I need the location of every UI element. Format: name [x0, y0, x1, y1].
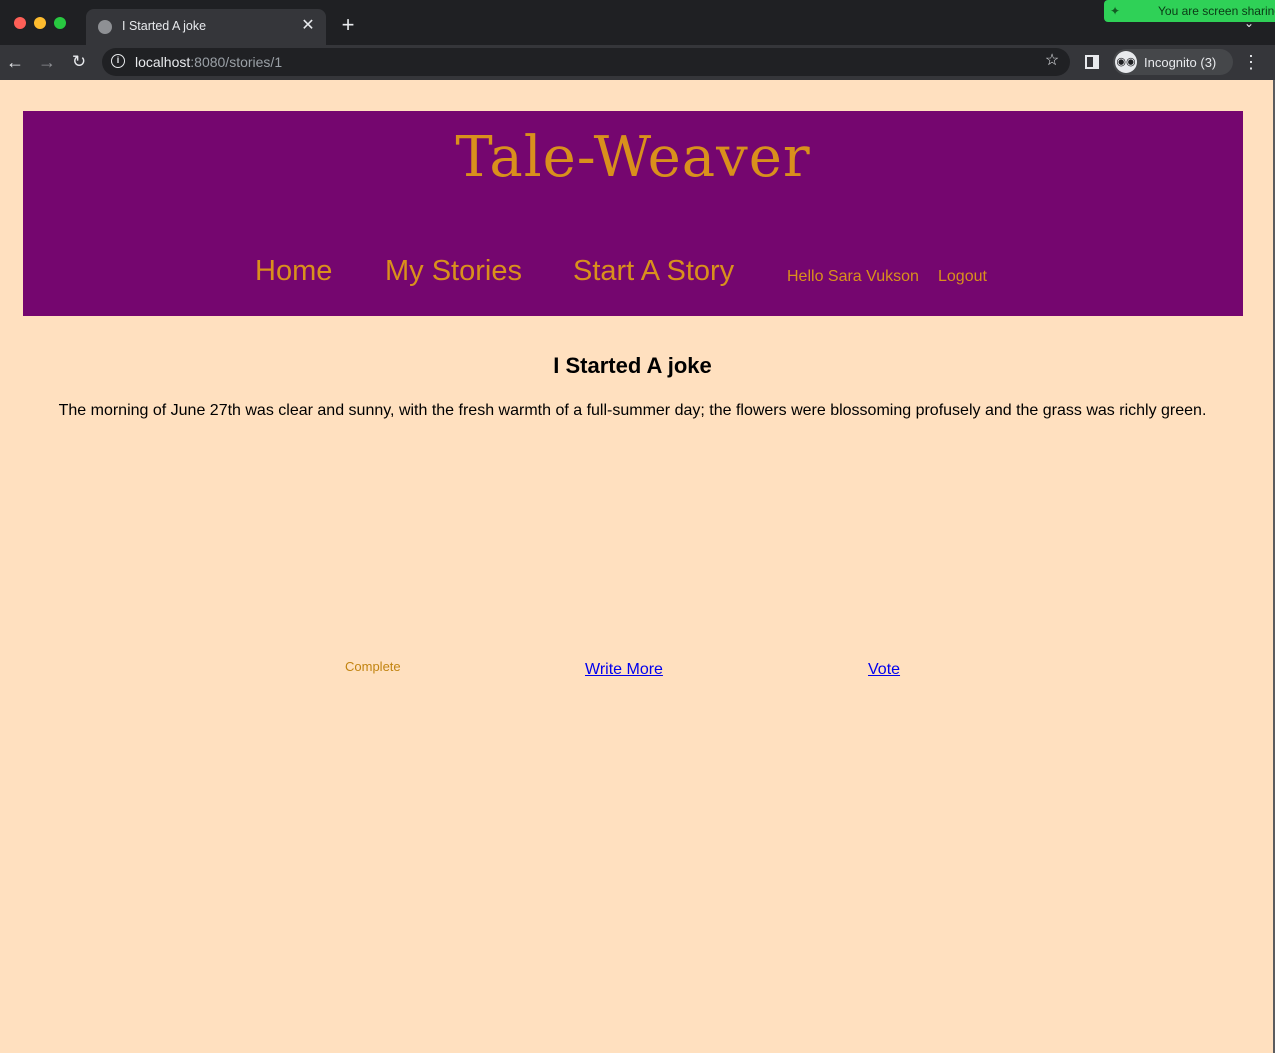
story-title: I Started A joke	[553, 352, 712, 378]
side-panel-icon[interactable]	[1085, 55, 1099, 69]
story-body: The morning of June 27th was clear and s…	[58, 402, 1207, 419]
globe-icon	[98, 20, 112, 34]
forward-icon[interactable]: →	[36, 51, 58, 73]
tab-search-icon[interactable]: ⌄	[1240, 16, 1258, 32]
maximize-window-button[interactable]	[54, 17, 66, 29]
incognito-icon: ◉◉	[1115, 51, 1137, 73]
bookmark-star-icon[interactable]: ☆	[1042, 51, 1062, 71]
new-tab-button[interactable]: +	[337, 14, 359, 36]
tab-title: I Started A joke	[122, 19, 207, 33]
vote-link[interactable]: Vote	[868, 661, 900, 679]
address-bar[interactable]: i localhost:8080/stories/1 ☆	[102, 48, 1070, 76]
browser-menu-icon[interactable]: ⋮	[1242, 51, 1260, 73]
incognito-label: Incognito (3)	[1144, 55, 1217, 70]
incognito-profile-button[interactable]: ◉◉ Incognito (3)	[1113, 49, 1233, 75]
browser-tab-strip: I Started A joke ✕ + ✦ You are screen sh…	[0, 0, 1275, 45]
nav-home-link[interactable]: Home	[255, 255, 332, 288]
reload-icon[interactable]: ↻	[68, 51, 90, 73]
nav-my-stories-link[interactable]: My Stories	[385, 255, 522, 288]
logout-link[interactable]: Logout	[938, 268, 987, 286]
user-greeting: Hello Sara Vukson	[787, 268, 919, 285]
browser-tab-active[interactable]: I Started A joke ✕	[86, 9, 326, 45]
close-window-button[interactable]	[14, 17, 26, 29]
write-more-link[interactable]: Write More	[585, 661, 663, 679]
url-text[interactable]: localhost:8080/stories/1	[135, 54, 282, 70]
complete-status: Complete	[345, 659, 401, 674]
site-info-icon[interactable]: i	[111, 54, 125, 68]
browser-toolbar: ← → ↻ i localhost:8080/stories/1 ☆ ◉◉ In…	[0, 45, 1275, 80]
site-logo[interactable]: Tale-Weaver	[23, 125, 1243, 190]
back-icon[interactable]: ←	[4, 51, 26, 73]
page-viewport: Tale-Weaver Home My Stories Start A Stor…	[0, 80, 1273, 1053]
nav-start-story-link[interactable]: Start A Story	[573, 255, 734, 288]
minimize-window-button[interactable]	[34, 17, 46, 29]
url-path: :8080/stories/1	[190, 54, 283, 70]
site-header: Tale-Weaver Home My Stories Start A Stor…	[23, 111, 1243, 316]
site-nav: Home My Stories Start A Story Hello Sara…	[23, 251, 1243, 301]
url-host: localhost	[135, 54, 191, 70]
close-tab-icon[interactable]: ✕	[298, 16, 318, 36]
screen-share-icon: ✦	[1110, 4, 1121, 18]
